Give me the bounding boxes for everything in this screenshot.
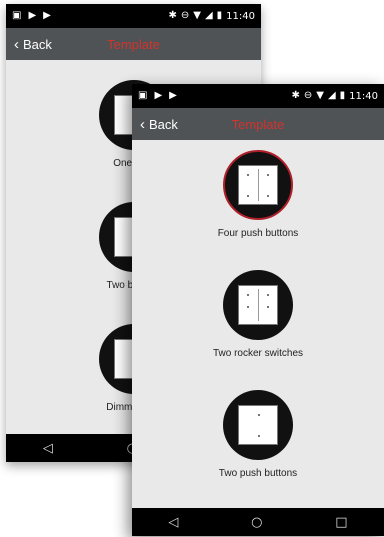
status-bar: ▣ ▶ ▶ ✱ ⊖ ▼ ◢ ▮ 11:40 [6, 4, 261, 28]
nav-bar: ◁ ○ □ [132, 508, 384, 536]
play-store-icon: ▶ [169, 90, 177, 101]
play-store-icon: ▶ [154, 90, 163, 101]
back-button[interactable]: ‹ Back [132, 117, 178, 132]
minus-circle-icon: ⊖ [180, 10, 190, 21]
battery-icon: ▮ [339, 90, 346, 101]
battery-icon: ▮ [216, 10, 223, 21]
play-store-icon: ▶ [28, 10, 37, 21]
back-label: Back [149, 116, 178, 132]
bluetooth-icon: ✱ [168, 10, 177, 21]
front-screen: ▣ ▶ ▶ ✱ ⊖ ▼ ◢ ▮ 11:40 ‹ Back Template Fo… [132, 84, 384, 536]
image-icon: ▣ [138, 90, 148, 101]
template-item-two-push-buttons[interactable]: Two push buttons [132, 390, 384, 479]
signal-icon: ◢ [204, 10, 213, 21]
template-icon [223, 270, 293, 340]
nav-recents-icon[interactable]: □ [335, 515, 347, 530]
switch-plate-icon [238, 405, 278, 445]
image-icon: ▣ [12, 10, 22, 21]
template-label: Four push buttons [217, 228, 299, 239]
status-bar: ▣ ▶ ▶ ✱ ⊖ ▼ ◢ ▮ 11:40 [132, 84, 384, 108]
template-icon [223, 150, 293, 220]
switch-plate-icon [238, 285, 278, 325]
back-label: Back [23, 36, 52, 52]
nav-back-icon[interactable]: ◁ [43, 441, 53, 456]
nav-home-icon[interactable]: ○ [251, 515, 262, 530]
nav-back-icon[interactable]: ◁ [168, 515, 178, 530]
template-label: Two push buttons [218, 468, 298, 479]
status-time: 11:40 [349, 90, 378, 102]
chevron-left-icon: ‹ [14, 35, 19, 53]
play-store-icon: ▶ [43, 10, 51, 21]
app-header: ‹ Back Template [132, 108, 384, 140]
wifi-icon: ▼ [316, 90, 324, 101]
template-item-two-rocker-switches[interactable]: Two rocker switches [132, 270, 384, 359]
bluetooth-icon: ✱ [291, 90, 300, 101]
template-item-four-push-buttons[interactable]: Four push buttons [132, 150, 384, 239]
chevron-left-icon: ‹ [140, 115, 145, 133]
app-header: ‹ Back Template [6, 28, 261, 60]
back-button[interactable]: ‹ Back [6, 37, 52, 52]
switch-plate-icon [238, 165, 278, 205]
wifi-icon: ▼ [193, 10, 201, 21]
status-time: 11:40 [226, 10, 255, 22]
minus-circle-icon: ⊖ [303, 90, 313, 101]
signal-icon: ◢ [327, 90, 336, 101]
template-icon [223, 390, 293, 460]
template-label: Two rocker switches [212, 348, 304, 359]
